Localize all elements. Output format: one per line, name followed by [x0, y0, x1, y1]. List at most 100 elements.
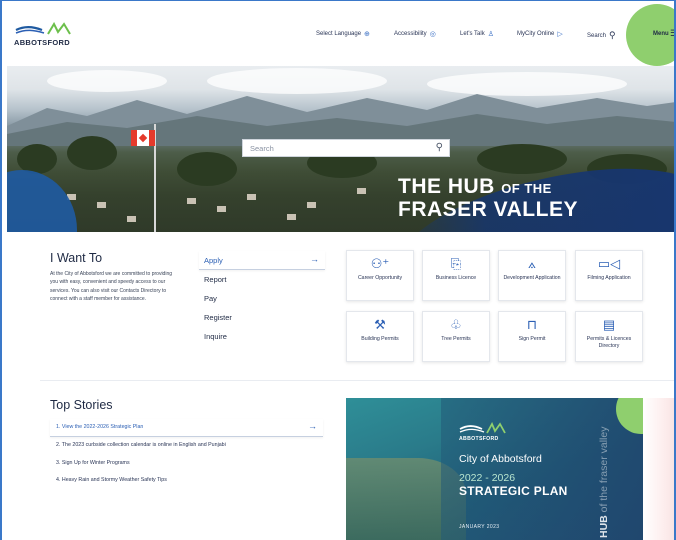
abbotsford-logo[interactable]: ABBOTSFORD: [14, 22, 76, 48]
item-label: Inquire: [204, 332, 227, 341]
hero-search-input[interactable]: Search ⚲: [242, 139, 450, 157]
house: [307, 202, 316, 208]
nav-label: MyCity Online: [517, 31, 555, 37]
tile-label: Sign Permit: [518, 336, 546, 342]
accessibility-icon: ◎: [429, 31, 436, 38]
plan-vertical-text: HUB of the fraser valley: [598, 427, 610, 538]
hamburger-icon[interactable]: ☰: [670, 28, 676, 39]
top-story-item[interactable]: 1. View the 2022-2026 Strategic Plan →: [50, 419, 323, 437]
site-header: ABBOTSFORD Select Language ⊕ Accessibili…: [0, 0, 676, 66]
plan-date: JANUARY 2023: [459, 524, 500, 530]
tile-career-opportunity[interactable]: ⚇⁺ Career Opportunity: [346, 250, 414, 301]
globe-icon: ⊕: [364, 31, 370, 38]
compass-icon: ⟑: [528, 256, 536, 271]
plan-years: 2022 - 2026: [459, 472, 516, 484]
nav-mycity-online[interactable]: MyCity Online ▷: [517, 30, 563, 38]
search-icon: ⚲: [609, 30, 616, 40]
worker-icon: ⚒: [374, 317, 386, 332]
i-want-to-list: Apply → Report Pay Register Inquire: [199, 251, 325, 346]
i-want-to-item-register[interactable]: Register: [199, 308, 325, 327]
tree-icon: ♧: [450, 317, 462, 332]
i-want-to-item-apply[interactable]: Apply →: [199, 251, 325, 270]
arrow-right-icon: →: [308, 421, 317, 431]
tile-building-permits[interactable]: ⚒ Building Permits: [346, 311, 414, 362]
person-add-icon: ⚇⁺: [370, 256, 390, 271]
nav-label: Search: [587, 32, 607, 39]
top-story-item[interactable]: 2. The 2023 curbside collection calendar…: [50, 437, 323, 455]
tree: [67, 136, 117, 170]
house: [357, 188, 366, 194]
tile-business-licence[interactable]: ⎘ Business Licence: [422, 250, 490, 301]
story-label: 1. View the 2022-2026 Strategic Plan: [56, 424, 144, 431]
mountains: [7, 94, 676, 146]
house: [217, 206, 226, 212]
canada-flag-icon: [131, 130, 155, 146]
license-icon: ⎘: [450, 256, 462, 271]
nav-label: Accessibility: [394, 31, 427, 37]
tile-filming-application[interactable]: ▭◁ Filming Application: [575, 250, 643, 301]
tree: [477, 144, 567, 174]
house: [97, 202, 106, 208]
item-label: Register: [204, 313, 232, 322]
story-label: 3. Sign Up for Winter Programs: [56, 459, 130, 466]
i-want-to-description: At the City of Abbotsford we are committ…: [50, 271, 173, 303]
story-label: 4. Heavy Rain and Stormy Weather Safety …: [56, 477, 167, 484]
nav-select-language[interactable]: Select Language ⊕: [316, 30, 370, 38]
nav-label: Select Language: [316, 31, 362, 37]
headline-line2: FRASER VALLEY: [398, 198, 578, 221]
i-want-to-item-inquire[interactable]: Inquire: [199, 327, 325, 346]
tile-label: Building Permits: [361, 336, 399, 342]
tile-label: Tree Permits: [441, 336, 471, 342]
blue-swoosh: [7, 170, 77, 232]
search-placeholder: Search: [250, 143, 274, 153]
item-label: Pay: [204, 294, 217, 303]
search-icon[interactable]: ⚲: [436, 142, 443, 153]
tile-label: Business Licence: [435, 275, 477, 281]
house: [127, 216, 136, 222]
top-stories-list: 1. View the 2022-2026 Strategic Plan → 2…: [50, 419, 323, 489]
nav-accessibility[interactable]: Accessibility ◎: [394, 30, 436, 38]
headline-of-the: OF THE: [501, 181, 552, 196]
tile-tree-permits[interactable]: ♧ Tree Permits: [422, 311, 490, 362]
hero-headline: THE HUB OF THE FRASER VALLEY: [398, 176, 578, 220]
headline-line1: THE HUB: [398, 175, 495, 198]
video-camera-icon: ▭◁: [597, 256, 621, 271]
house: [187, 198, 196, 204]
menu-label[interactable]: Menu: [653, 31, 669, 37]
tile-label: Permits & Licences Directory: [586, 336, 632, 349]
i-want-to-title: I Want To: [50, 251, 103, 265]
top-stories-title: Top Stories: [50, 398, 113, 412]
house: [247, 194, 256, 200]
tile-label: Development Application: [503, 275, 561, 281]
right-edge-decoration: [643, 398, 676, 540]
top-story-item[interactable]: 4. Heavy Rain and Stormy Weather Safety …: [50, 472, 323, 490]
arrow-right-icon: →: [310, 254, 319, 264]
tile-label: Filming Application: [587, 275, 631, 281]
sign-icon: ⊓: [526, 317, 538, 332]
top-story-item[interactable]: 3. Sign Up for Winter Programs: [50, 454, 323, 472]
item-label: Report: [204, 275, 227, 284]
tile-permits-licences-directory[interactable]: ▤ Permits & Licences Directory: [575, 311, 643, 362]
person-icon: ♙: [487, 31, 494, 38]
directory-icon: ▤: [602, 317, 616, 332]
plan-city: City of Abbotsford: [459, 453, 542, 465]
nav-search[interactable]: Search ⚲: [587, 30, 616, 41]
tree: [177, 152, 237, 186]
nav-lets-talk[interactable]: Let's Talk ♙: [460, 30, 494, 38]
vertical-rest: of the fraser valley: [598, 426, 610, 516]
plan-logo-text: ABBOTSFORD: [459, 436, 499, 442]
tile-development-application[interactable]: ⟑ Development Application: [498, 250, 566, 301]
color-overlay: [441, 398, 644, 540]
item-label: Apply: [204, 255, 223, 265]
logo-text: ABBOTSFORD: [14, 38, 70, 47]
section-divider: [40, 380, 676, 381]
tile-sign-permit[interactable]: ⊓ Sign Permit: [498, 311, 566, 362]
vertical-bold: HUB: [598, 515, 610, 538]
story-label: 2. The 2023 curbside collection calendar…: [56, 442, 226, 449]
plan-title: STRATEGIC PLAN: [459, 484, 568, 498]
house: [287, 214, 296, 220]
tile-label: Career Opportunity: [357, 275, 403, 281]
i-want-to-item-report[interactable]: Report: [199, 270, 325, 289]
i-want-to-item-pay[interactable]: Pay: [199, 289, 325, 308]
logo-mark-icon: [459, 422, 506, 434]
